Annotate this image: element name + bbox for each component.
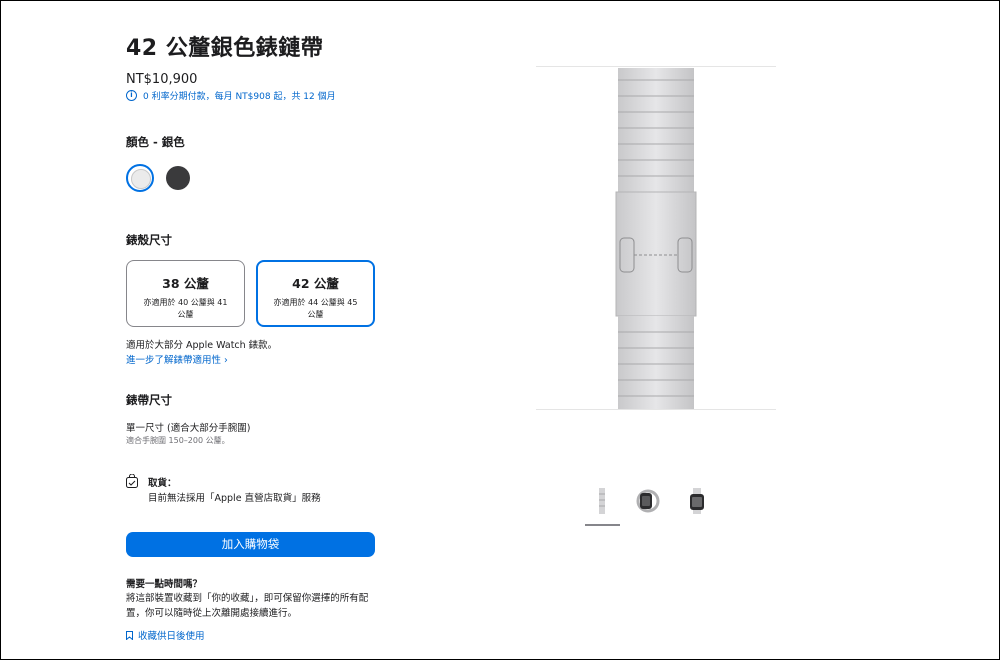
product-image — [536, 66, 776, 410]
bag-icon — [126, 474, 138, 488]
thumbnail-selected-indicator — [585, 524, 620, 526]
band-size-heading: 錶帶尺寸 — [126, 393, 172, 407]
case-size-heading: 錶殼尺寸 — [126, 233, 172, 247]
case-size-42-label: 42 公釐 — [292, 276, 339, 291]
pickup-title: 取貨： — [148, 478, 177, 489]
thumbnail-band[interactable] — [596, 488, 608, 514]
save-link-label: 收藏供日後使用 — [138, 631, 205, 642]
thumbnail-watch-side[interactable] — [636, 488, 660, 514]
thumbnail-watch-front[interactable] — [688, 488, 706, 514]
save-text: 將這部裝置收藏到「你的收藏」，即可保留你選擇的所有配置，你可以隨時從上次離開處接… — [126, 593, 369, 619]
learn-more-link[interactable]: 進一步了解錶帶適用性 › — [126, 352, 228, 366]
product-title: 42 公釐銀色錶鏈帶 — [126, 36, 324, 61]
save-title: 需要一點時間嗎？ — [126, 579, 203, 590]
case-size-42-sub: 亦適用於 44 公釐與 45 公釐 — [273, 298, 358, 319]
pickup-text: 目前無法採用「Apple 直營店取貨」服務 — [148, 493, 321, 504]
swatch-silver-fill — [131, 169, 151, 189]
add-to-bag-button[interactable]: 加入購物袋 — [126, 532, 375, 557]
bookmark-icon — [126, 630, 133, 640]
info-icon: i — [126, 90, 137, 101]
band-size-note: 適合手腕圍 150–200 公釐。 — [126, 436, 230, 445]
color-heading: 顏色 - 銀色 — [126, 135, 185, 149]
band-links-bottom — [618, 316, 694, 409]
case-size-38[interactable]: 38 公釐 亦適用於 40 公釐與 41 公釐 — [126, 260, 245, 327]
band-links-top — [618, 68, 694, 192]
band-size-value: 單一尺寸 (適合大部分手腕圍) — [126, 423, 251, 434]
save-for-later-link[interactable]: 收藏供日後使用 — [126, 628, 205, 642]
case-size-38-sub: 亦適用於 40 公釐與 41 公釐 — [143, 298, 228, 319]
installment-text: 0 利率分期付款，每月 NT$908 起，共 12 個月 — [143, 92, 336, 102]
installment-link[interactable]: i 0 利率分期付款，每月 NT$908 起，共 12 個月 — [126, 89, 336, 102]
case-size-38-label: 38 公釐 — [162, 276, 209, 291]
swatch-silver[interactable] — [126, 164, 154, 192]
swatch-black-fill — [166, 166, 190, 190]
swatch-black[interactable] — [166, 166, 194, 194]
compat-note: 適用於大部分 Apple Watch 錶款。 — [126, 340, 278, 351]
case-size-42[interactable]: 42 公釐 亦適用於 44 公釐與 45 公釐 — [256, 260, 375, 327]
band-clasp — [615, 191, 697, 317]
product-price: NT$10,900 — [126, 72, 198, 87]
